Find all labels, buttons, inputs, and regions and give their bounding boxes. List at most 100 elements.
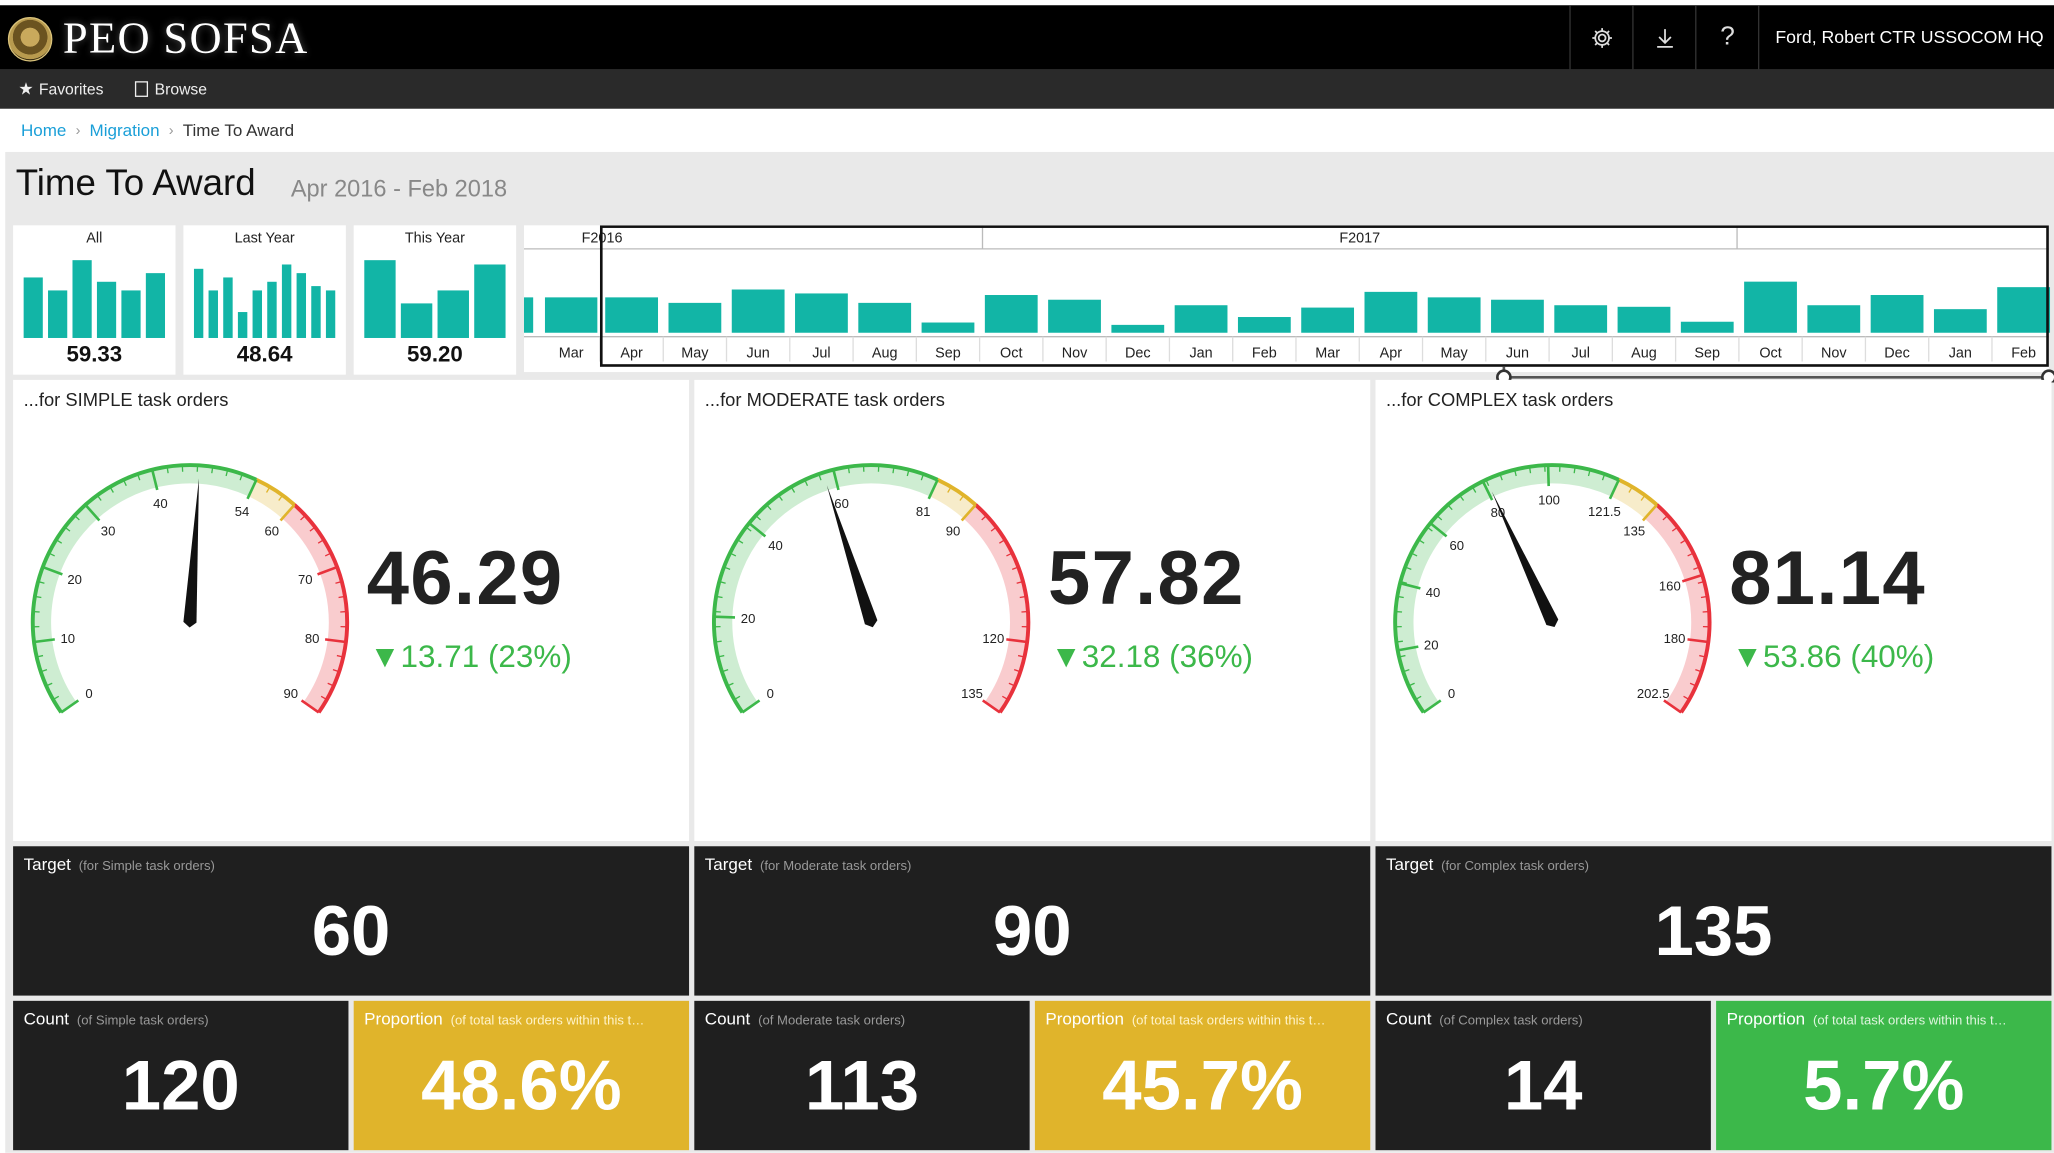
kpi-this-year[interactable]: This Year 59.20 bbox=[353, 225, 517, 375]
gauge-tick-label: 120 bbox=[982, 631, 1004, 646]
app-logo[interactable]: PEO SOFSA bbox=[7, 12, 309, 67]
proportion-simple[interactable]: Proportion (of total task orders within t… bbox=[353, 1000, 690, 1151]
group-label: F2017 bbox=[1339, 230, 1380, 246]
target-complex[interactable]: Target (for Complex task orders) 135 bbox=[1375, 846, 2052, 996]
tile-value: 113 bbox=[804, 1046, 920, 1126]
star-icon: ★ bbox=[18, 78, 34, 99]
timeline-bar[interactable] bbox=[1237, 317, 1291, 333]
timeline-bar[interactable] bbox=[1870, 295, 1924, 333]
gauge-tick-label: 0 bbox=[85, 686, 92, 701]
download-icon bbox=[1656, 28, 1673, 48]
gauge-tick-label: 135 bbox=[961, 686, 983, 701]
timeline-bar[interactable] bbox=[1933, 309, 1987, 333]
count-simple[interactable]: Count (of Simple task orders) 120 bbox=[13, 1000, 349, 1151]
gauge-tick-label: 202.5 bbox=[1637, 686, 1670, 701]
tile-value: 48.6% bbox=[421, 1046, 622, 1126]
target-moderate[interactable]: Target (for Moderate task orders) 90 bbox=[694, 846, 1371, 996]
timeline-bar[interactable] bbox=[858, 302, 912, 333]
timeline-bar[interactable] bbox=[1048, 299, 1101, 333]
proportion-moderate[interactable]: Proportion (of total task orders within t… bbox=[1034, 1000, 1371, 1151]
kpi-label: Last Year bbox=[234, 230, 295, 247]
seal-icon bbox=[7, 17, 53, 62]
timeline-svg[interactable]: F2016 F2017Mar Apr May Jun Jul Aug Sep Oct Nov Dec… bbox=[524, 225, 2054, 383]
gauge-moderate: 0 20 40 60 81 90 120 135 bbox=[712, 463, 1031, 714]
gauge-tick-label: 81 bbox=[916, 504, 931, 519]
tile-value: 5.7% bbox=[1803, 1046, 1965, 1126]
tile-label-sub: (of Moderate task orders) bbox=[758, 1013, 906, 1029]
gauge-value: 81.14 bbox=[1729, 535, 1926, 621]
timeline-bar[interactable] bbox=[605, 297, 659, 333]
count-moderate[interactable]: Count (of Moderate task orders) 113 bbox=[694, 1000, 1030, 1151]
gauge-tick-label: 121.5 bbox=[1588, 504, 1621, 519]
timeline-bar[interactable] bbox=[544, 297, 598, 333]
timeline-bar[interactable] bbox=[1301, 307, 1355, 333]
timeline-bar[interactable] bbox=[1617, 306, 1671, 333]
spark-bar bbox=[267, 281, 277, 338]
tile-label-main: Target bbox=[704, 854, 753, 874]
favorites-link[interactable]: ★ Favorites bbox=[18, 79, 103, 100]
timeline-bar[interactable] bbox=[1680, 321, 1734, 333]
timeline-bar[interactable] bbox=[731, 289, 785, 333]
tile-label-sub: (for Simple task orders) bbox=[78, 859, 215, 874]
timeline-bar[interactable] bbox=[921, 322, 975, 333]
timeline-bar[interactable] bbox=[795, 293, 848, 333]
tile-value: 45.7% bbox=[1102, 1046, 1303, 1126]
gauge-tick-label: 60 bbox=[265, 524, 280, 539]
gauge-tick-label: 160 bbox=[1659, 579, 1681, 594]
top-bar: PEO SOFSA ? Ford, Robert CTR USSOCOM HQ bbox=[0, 0, 2054, 70]
breadcrumb-home[interactable]: Home bbox=[21, 121, 66, 141]
gauge-tick-label: 0 bbox=[767, 686, 774, 701]
gauge-minor-tick bbox=[715, 640, 722, 643]
gauge-tick-label: 90 bbox=[284, 686, 299, 701]
timeline-bar[interactable] bbox=[984, 295, 1038, 333]
month-label: May bbox=[681, 346, 709, 362]
gauge-band bbox=[1644, 504, 1710, 713]
timeline-bar[interactable] bbox=[1491, 299, 1544, 333]
proportion-complex[interactable]: Proportion (of total task orders within t… bbox=[1716, 1000, 2052, 1151]
timeline-bar[interactable] bbox=[1744, 281, 1797, 333]
gauge-tick-label: 60 bbox=[834, 496, 849, 511]
settings-button[interactable] bbox=[1569, 5, 1633, 70]
kpi-last-year[interactable]: Last Year 48.64 bbox=[183, 225, 346, 375]
browse-link[interactable]: Browse bbox=[134, 80, 207, 98]
kpi-value: 59.33 bbox=[66, 341, 123, 367]
timeline-bar[interactable] bbox=[1807, 305, 1861, 333]
sparkline-chart bbox=[364, 260, 506, 338]
target-simple[interactable]: Target (for Simple task orders) 60 bbox=[13, 846, 690, 996]
tile-label: Count (of Simple task orders) bbox=[24, 1009, 209, 1029]
gauge-tick-label: 135 bbox=[1623, 524, 1645, 539]
tile-label: Proportion (of total task orders within t… bbox=[364, 1009, 647, 1029]
timeline-bar[interactable] bbox=[1997, 287, 2051, 333]
help-button[interactable]: ? bbox=[1695, 5, 1758, 70]
page-subtitle: Apr 2016 - Feb 2018 bbox=[290, 175, 508, 202]
timeline-bar[interactable] bbox=[524, 297, 534, 333]
gauge-band bbox=[963, 504, 1029, 713]
month-label: Dec bbox=[1884, 346, 1910, 362]
download-button[interactable] bbox=[1632, 5, 1696, 70]
gauge-tick-label: 20 bbox=[1424, 638, 1439, 653]
user-menu[interactable]: Ford, Robert CTR USSOCOM HQ bbox=[1758, 5, 2054, 70]
timeline-bar[interactable] bbox=[1554, 305, 1608, 333]
timeline-bar[interactable] bbox=[1364, 291, 1418, 333]
month-label: Feb bbox=[1252, 346, 1277, 362]
sparkline-chart bbox=[23, 260, 166, 338]
spark-bar bbox=[437, 290, 469, 338]
tile-label-sub: (of total task orders within this ti… bbox=[450, 1013, 648, 1029]
timeline-bar[interactable] bbox=[1174, 305, 1228, 333]
kpi-all[interactable]: All 59.33 bbox=[13, 225, 176, 375]
kpi-label: This Year bbox=[404, 230, 465, 247]
spark-bar bbox=[208, 290, 218, 338]
panel-title: ...for COMPLEX task orders bbox=[1385, 389, 1614, 411]
breadcrumb-migration[interactable]: Migration bbox=[90, 121, 160, 141]
timeline-bar[interactable] bbox=[1427, 297, 1481, 333]
month-label: Sep bbox=[1694, 346, 1720, 362]
tile-label-main: Target bbox=[23, 854, 71, 874]
timeline-chart[interactable]: F2016 F2017 Mar Apr May Jun Jul Aug Sep Oct Nov Dec… bbox=[524, 225, 2054, 383]
month-label: Oct bbox=[1000, 346, 1022, 362]
timeline-bar[interactable] bbox=[668, 302, 722, 333]
timeline-bar[interactable] bbox=[1111, 324, 1165, 333]
gauge-band bbox=[282, 504, 348, 713]
count-complex[interactable]: Count (of Complex task orders) 14 bbox=[1375, 1000, 1711, 1151]
gauge-tick-label: 54 bbox=[235, 504, 250, 519]
month-label: Apr bbox=[620, 346, 643, 362]
